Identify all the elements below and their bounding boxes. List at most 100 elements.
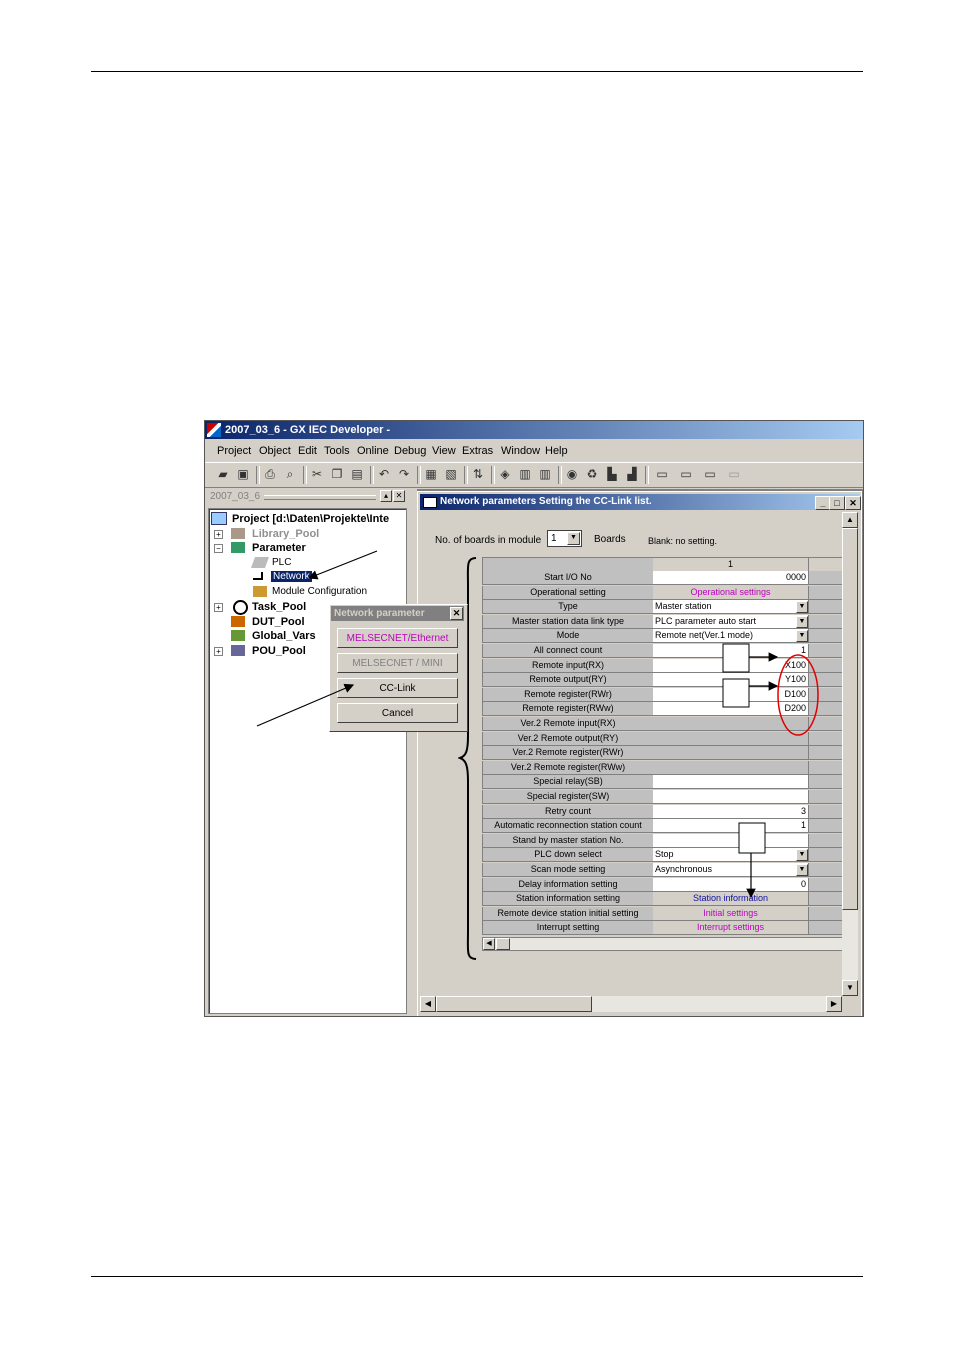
print-preview-icon[interactable]: ⌕: [282, 467, 298, 482]
block4-icon[interactable]: ▭: [723, 467, 745, 482]
menu-window[interactable]: Window: [501, 445, 540, 457]
grid-row-value[interactable]: Station information: [653, 892, 809, 907]
tree-item-module-configuration[interactable]: Module Configuration: [272, 586, 367, 597]
menu-edit[interactable]: Edit: [298, 445, 317, 457]
grid-row-value[interactable]: Master station: [653, 600, 809, 615]
grid-row-value[interactable]: 0: [653, 877, 809, 892]
hscroll-thumb[interactable]: [436, 996, 592, 1012]
horizontal-scrollbar[interactable]: ◀ ▶: [420, 996, 842, 1012]
monitor-icon[interactable]: ◉: [564, 467, 580, 482]
grid-row-value[interactable]: [653, 775, 809, 790]
grid-scroll-thumb[interactable]: [496, 938, 510, 950]
properties-icon[interactable]: ▦: [423, 467, 439, 482]
grid-row-value[interactable]: D200: [653, 702, 809, 717]
cancel-button[interactable]: Cancel: [337, 703, 458, 723]
navigator-close-button[interactable]: ✕: [393, 490, 405, 502]
grid-row-value[interactable]: Remote net(Ver.1 mode): [653, 629, 809, 644]
grid-row-value[interactable]: 3: [653, 804, 809, 819]
grid-row-value[interactable]: Operational settings: [653, 585, 809, 600]
save-icon[interactable]: ▣: [235, 467, 251, 482]
windows-icon[interactable]: ▧: [443, 467, 459, 482]
boards-select[interactable]: 1 ▼: [547, 530, 582, 547]
chevron-down-icon[interactable]: ▼: [796, 601, 808, 614]
scroll-left-icon[interactable]: ◀: [420, 996, 436, 1012]
tree-item-project[interactable]: Project [d:\Daten\Projekte\Inte: [232, 513, 389, 525]
scroll-down-icon[interactable]: ▼: [842, 980, 858, 996]
vertical-scrollbar[interactable]: ▲ ▼: [842, 512, 858, 996]
dialog-close-button[interactable]: ✕: [450, 607, 463, 620]
open-icon[interactable]: ▰: [215, 467, 231, 482]
grid-row-value[interactable]: PLC parameter auto start: [653, 614, 809, 629]
grid-row: All connect count 1: [482, 644, 842, 658]
grid-row-value[interactable]: [653, 746, 809, 761]
grid-row-value[interactable]: 0000: [653, 571, 809, 585]
chevron-down-icon[interactable]: ▼: [796, 615, 808, 628]
grid-icon[interactable]: ▥: [517, 467, 533, 482]
boards-dropdown-icon[interactable]: ▼: [567, 532, 580, 545]
grid-row-value[interactable]: 1: [653, 819, 809, 834]
grid-row-value[interactable]: D100: [653, 687, 809, 702]
menu-debug[interactable]: Debug: [394, 445, 426, 457]
collapse-parameter[interactable]: −: [214, 544, 223, 553]
menu-tools[interactable]: Tools: [324, 445, 350, 457]
grid-hscroll[interactable]: ◀: [482, 937, 842, 951]
scroll-thumb[interactable]: [842, 528, 858, 910]
grid2-icon[interactable]: ▥: [537, 467, 553, 482]
grid-row-value[interactable]: X100: [653, 658, 809, 673]
menu-object[interactable]: Object: [259, 445, 291, 457]
tree-item-pou-pool[interactable]: POU_Pool: [252, 645, 306, 657]
tree-item-network[interactable]: Network: [271, 571, 312, 582]
menu-help[interactable]: Help: [545, 445, 568, 457]
scroll-up-icon[interactable]: ▲: [842, 512, 858, 528]
expand-library-pool[interactable]: +: [214, 530, 223, 539]
block2-icon[interactable]: ▭: [675, 467, 697, 482]
cc-link-button[interactable]: CC-Link: [337, 678, 458, 698]
grid-row-value[interactable]: [653, 717, 809, 731]
expand-pou-pool[interactable]: +: [214, 647, 223, 656]
scroll-right-icon[interactable]: ▶: [826, 996, 842, 1012]
copy-icon[interactable]: ❐: [329, 467, 345, 482]
redo-icon[interactable]: ↷: [396, 467, 412, 482]
menu-online[interactable]: Online: [357, 445, 389, 457]
print-icon[interactable]: ⎙: [262, 467, 278, 482]
tree-item-library-pool[interactable]: Library_Pool: [252, 528, 319, 540]
block3-icon[interactable]: ▭: [699, 467, 721, 482]
menu-extras[interactable]: Extras: [462, 445, 493, 457]
menu-project[interactable]: Project: [217, 445, 251, 457]
grid-row-value[interactable]: Interrupt settings: [653, 921, 809, 936]
grid-row-value[interactable]: 1: [653, 644, 809, 658]
cut-icon[interactable]: ✂: [309, 467, 325, 482]
maximize-button[interactable]: □: [829, 496, 845, 510]
undo-icon[interactable]: ↶: [376, 467, 392, 482]
grid-row-value[interactable]: Stop: [653, 848, 809, 863]
grid-row-value[interactable]: Y100: [653, 673, 809, 688]
tree-item-dut-pool[interactable]: DUT_Pool: [252, 616, 305, 628]
block1-icon[interactable]: ▭: [651, 467, 673, 482]
grid-row-value[interactable]: [653, 790, 809, 804]
tree-item-parameter[interactable]: Parameter: [252, 542, 306, 554]
grid-row-value[interactable]: Asynchronous: [653, 863, 809, 877]
navigator-restore-button[interactable]: ▴: [380, 490, 392, 502]
grid-scroll-left-icon[interactable]: ◀: [483, 938, 495, 950]
grid-row-value[interactable]: [653, 833, 809, 848]
melsecnet-ethernet-button[interactable]: MELSECNET/Ethernet: [337, 628, 458, 648]
network-icon[interactable]: ▙: [604, 467, 620, 482]
chevron-down-icon[interactable]: ▼: [796, 864, 808, 876]
paste-icon[interactable]: ▤: [349, 467, 365, 482]
close-button[interactable]: ✕: [845, 496, 861, 510]
chevron-down-icon[interactable]: ▼: [796, 849, 808, 862]
recycle-icon[interactable]: ♻: [584, 467, 600, 482]
chevron-down-icon[interactable]: ▼: [796, 630, 808, 643]
grid-row-value[interactable]: [653, 760, 809, 775]
tree-item-global-vars[interactable]: Global_Vars: [252, 630, 316, 642]
menu-view[interactable]: View: [432, 445, 456, 457]
grid-row-value[interactable]: Initial settings: [653, 906, 809, 921]
transfer-icon[interactable]: ⇅: [470, 467, 486, 482]
tree-item-plc[interactable]: PLC: [272, 557, 291, 568]
build-icon[interactable]: ◈: [497, 467, 513, 482]
melsecnet-mini-button[interactable]: MELSECNET / MINI: [337, 653, 458, 673]
expand-task-pool[interactable]: +: [214, 603, 223, 612]
tree-item-task-pool[interactable]: Task_Pool: [252, 601, 306, 613]
grid-row-value[interactable]: [653, 731, 809, 746]
network2-icon[interactable]: ▟: [624, 467, 640, 482]
